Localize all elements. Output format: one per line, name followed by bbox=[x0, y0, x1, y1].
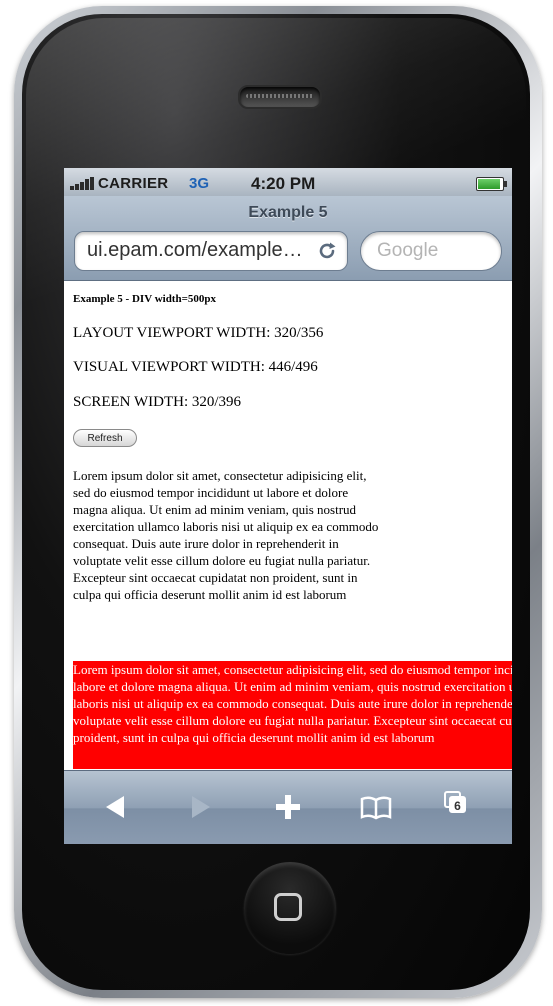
earpiece-speaker-icon bbox=[238, 85, 322, 109]
back-arrow-icon[interactable] bbox=[94, 787, 138, 827]
status-bar: CARRIER 3G 4:20 PM bbox=[64, 168, 512, 196]
signal-strength-icon bbox=[70, 177, 100, 190]
visual-viewport-width: VISUAL VIEWPORT WIDTH: 446/496 bbox=[73, 359, 318, 375]
search-input[interactable]: Google bbox=[360, 231, 502, 271]
network-type: 3G bbox=[189, 175, 210, 192]
search-placeholder: Google bbox=[377, 240, 439, 261]
url-text: ui.epam.com/example… bbox=[87, 239, 303, 261]
browser-toolbar: 6 bbox=[64, 770, 512, 844]
battery-icon bbox=[476, 177, 507, 191]
reload-icon[interactable] bbox=[316, 240, 338, 262]
home-square-icon bbox=[274, 893, 302, 921]
page-title: Example 5 bbox=[248, 204, 328, 221]
carrier-name: CARRIER bbox=[98, 175, 169, 192]
content-heading: Example 5 - DIV width=500px bbox=[73, 293, 216, 305]
lorem-paragraph: Lorem ipsum dolor sit amet, consectetur … bbox=[73, 468, 379, 602]
web-content: Example 5 - DIV width=500px LAYOUT VIEWP… bbox=[64, 281, 512, 769]
tabs-count: 6 bbox=[449, 796, 466, 813]
status-time: 4:20 PM bbox=[251, 174, 316, 193]
refresh-button[interactable]: Refresh bbox=[73, 429, 137, 447]
forward-arrow-icon[interactable] bbox=[178, 787, 222, 827]
tabs-icon[interactable]: 6 bbox=[440, 787, 484, 827]
browser-nav-bar: Example 5 ui.epam.com/example… Google bbox=[64, 196, 512, 281]
screen: CARRIER 3G 4:20 PM Example 5 ui.epam.com… bbox=[64, 168, 512, 844]
bookmarks-icon[interactable] bbox=[354, 787, 398, 827]
url-field[interactable]: ui.epam.com/example… bbox=[74, 231, 348, 271]
layout-viewport-width: LAYOUT VIEWPORT WIDTH: 320/356 bbox=[73, 325, 324, 341]
red-div-500px: Lorem ipsum dolor sit amet, consectetur … bbox=[73, 661, 512, 769]
screen-width: SCREEN WIDTH: 320/396 bbox=[73, 394, 242, 410]
home-button[interactable] bbox=[244, 862, 336, 954]
plus-icon[interactable] bbox=[266, 787, 310, 827]
